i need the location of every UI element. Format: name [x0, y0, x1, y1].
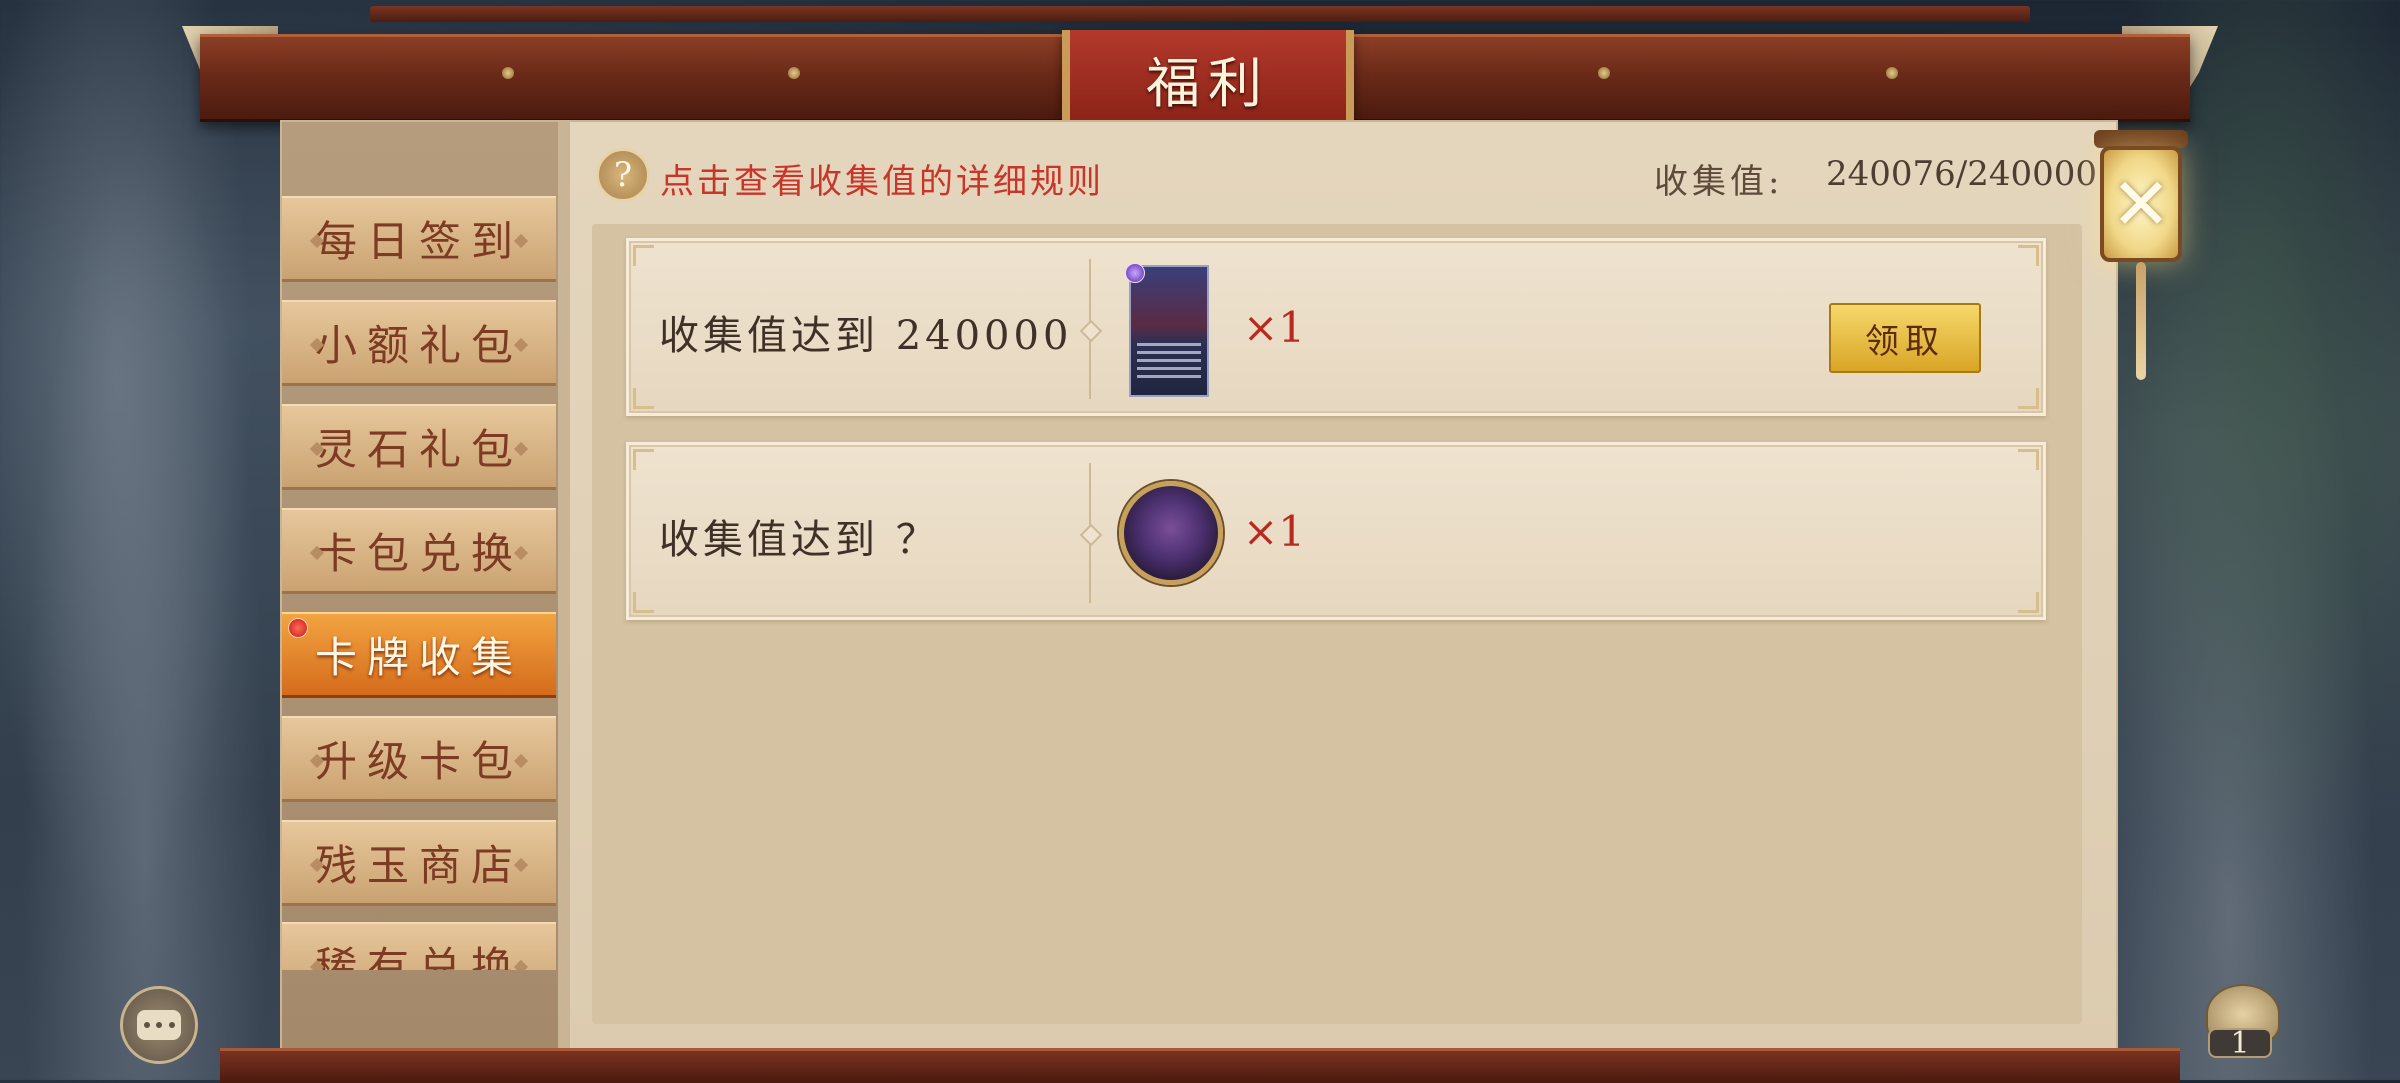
sidebar-item-card-pack-exchange[interactable]: 卡包兑换: [282, 508, 556, 594]
close-icon[interactable]: ✕: [2100, 146, 2182, 262]
help-icon[interactable]: ?: [596, 148, 650, 202]
frame-corner: [2018, 245, 2039, 266]
reward-requirement: 收集值达到 240000: [659, 313, 1073, 359]
frame-corner: [633, 388, 654, 409]
sidebar-item-label: 升级卡包: [314, 737, 523, 786]
reward-requirement: 收集值达到 ？: [659, 517, 940, 563]
chat-bubble-icon: [137, 1010, 181, 1040]
sidebar-item-daily-checkin[interactable]: 每日签到: [282, 196, 556, 282]
sidebar-scroll-clip: 稀有兑换: [282, 922, 556, 970]
sidebar-item-jade-shop[interactable]: 残玉商店: [282, 820, 556, 906]
sidebar-item-label: 小额礼包: [314, 321, 523, 370]
beam-stud: [1886, 67, 1898, 79]
background-left-scenery: [0, 0, 290, 1080]
frame-corner: [633, 449, 654, 470]
rules-link[interactable]: 点击查看收集值的详细规则: [660, 154, 1104, 203]
beam-stud: [788, 67, 800, 79]
sidebar-item-small-gift[interactable]: 小额礼包: [282, 300, 556, 386]
bottom-wooden-beam: [220, 1048, 2180, 1083]
sidebar-item-spirit-stone-gift[interactable]: 灵石礼包: [282, 404, 556, 490]
bag-count-badge: 1: [2208, 1026, 2272, 1061]
frame-corner: [2018, 592, 2039, 613]
sidebar-item-card-collection[interactable]: 卡牌收集: [282, 612, 556, 698]
collection-value: 240076/240000: [1826, 154, 2098, 194]
collection-label: 收集值:: [1654, 162, 1784, 202]
divider-ornament: [1079, 319, 1103, 343]
sidebar-item-label: 卡牌收集: [314, 633, 523, 682]
top-thin-beam: [370, 6, 2030, 22]
notification-dot: [288, 618, 308, 638]
sidebar-item-rare-exchange[interactable]: 稀有兑换: [282, 922, 556, 970]
bag-button[interactable]: 1: [2204, 984, 2280, 1061]
sidebar-item-upgrade-card-pack[interactable]: 升级卡包: [282, 716, 556, 802]
divider-ornament: [1079, 523, 1103, 547]
frame-corner: [2018, 388, 2039, 409]
sidebar-item-label: 残玉商店: [314, 841, 523, 890]
beam-stud: [1598, 67, 1610, 79]
reward-row: 收集值达到 ？ ×1: [626, 442, 2046, 620]
card-text: [1137, 343, 1201, 381]
sidebar-item-label: 卡包兑换: [314, 529, 523, 578]
reward-row: 收集值达到 240000 ×1 领取: [626, 238, 2046, 416]
chat-button[interactable]: [120, 986, 198, 1064]
frame-corner: [633, 592, 654, 613]
avatar-frame-icon[interactable]: [1119, 481, 1223, 585]
page-title: 福利: [1062, 30, 1354, 126]
reward-quantity: ×1: [1243, 507, 1305, 556]
hero-card-icon[interactable]: [1125, 263, 1209, 397]
claim-button[interactable]: 领取: [1829, 303, 1981, 373]
sidebar-item-label: 每日签到: [314, 217, 523, 266]
lantern-tassel: [2136, 262, 2146, 380]
gem-icon: [1125, 263, 1145, 283]
sidebar-item-label: 灵石礼包: [314, 425, 523, 474]
beam-stud: [502, 67, 514, 79]
frame-corner: [2018, 449, 2039, 470]
sidebar-item-label: 稀有兑换: [314, 943, 523, 970]
frame-corner: [633, 245, 654, 266]
reward-quantity: ×1: [1243, 303, 1305, 352]
